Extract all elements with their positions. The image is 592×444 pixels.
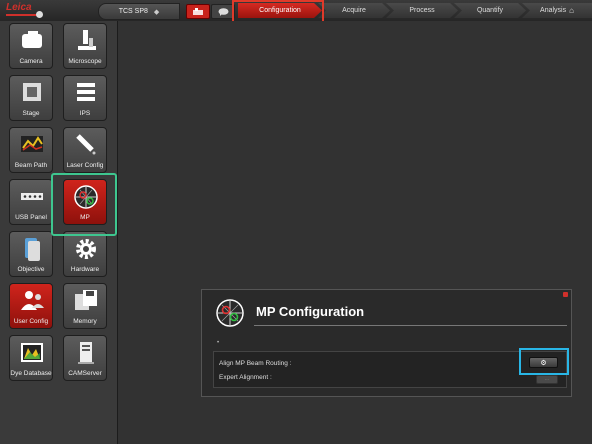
camera-icon: [22, 31, 42, 48]
expert-alignment-label: Expert Alignment :: [219, 374, 272, 381]
tab-process[interactable]: Process: [386, 3, 458, 18]
title-divider: [254, 325, 567, 326]
usb-panel-icon: [21, 193, 43, 200]
system-selector[interactable]: TCS SP8 ◆: [98, 3, 180, 20]
microscope-mode-button[interactable]: [186, 4, 210, 19]
user-config-icon: [21, 291, 44, 310]
sidebar-item-hardware[interactable]: Hardware: [63, 231, 107, 277]
tab-quantify[interactable]: Quantify: [454, 3, 526, 18]
leica-logo: Leica: [0, 0, 60, 21]
tab-label: Acquire: [342, 7, 366, 14]
panel-title: MP Configuration: [256, 304, 365, 319]
system-name: TCS SP8: [118, 8, 148, 15]
logo-underline: [6, 14, 38, 16]
alignment-rows: Align MP Beam Routing : ⚙ Expert Alignme…: [213, 351, 567, 388]
sidebar-item-dye-database[interactable]: Dye Database: [9, 335, 53, 381]
sidebar-item-stage[interactable]: Stage: [9, 75, 53, 121]
more-icon: ···: [544, 376, 550, 383]
tab-label: Process: [409, 7, 435, 14]
sidebar-item-user-config[interactable]: User Config: [9, 283, 53, 329]
sidebar-item-ips[interactable]: IPS: [63, 75, 107, 121]
logo-text: Leica: [6, 2, 32, 13]
selector-arrow-icon: ◆: [153, 8, 160, 16]
hardware-gear-icon: [76, 239, 96, 259]
objective-icon: [25, 238, 40, 261]
chat-mode-icon: [218, 7, 228, 16]
sidebar-item-label: CAMServer: [68, 370, 102, 377]
panel-dot: •: [217, 340, 220, 346]
sidebar-item-label: Memory: [73, 318, 97, 325]
microscope-icon: [78, 30, 96, 50]
memory-icon: [75, 290, 97, 310]
sidebar-item-label: Objective: [17, 266, 45, 273]
sidebar-item-label: Microscope: [68, 58, 102, 65]
sidebar-item-label: User Config: [13, 318, 49, 325]
tab-label: Analysis: [540, 7, 567, 14]
sidebar-item-label: Stage: [22, 110, 40, 117]
expert-alignment-button[interactable]: ···: [536, 375, 558, 384]
camserver-icon: [78, 342, 94, 364]
tab-label: Quantify: [476, 7, 504, 14]
microscope-mode-icon: [193, 7, 203, 15]
logo-dot: [36, 11, 43, 18]
mp-icon: [216, 299, 244, 327]
sidebar-item-camserver[interactable]: CAMServer: [63, 335, 107, 381]
mp-configuration-panel: MP Configuration • Align MP Beam Routing…: [201, 289, 572, 397]
laser-config-icon: [76, 134, 96, 155]
beam-path-icon: [21, 136, 43, 152]
sidebar-item-camera[interactable]: Camera: [9, 23, 53, 69]
tab-acquire[interactable]: Acquire: [318, 3, 390, 18]
lock-icon: ⌂: [569, 6, 574, 15]
sidebar-item-label: Laser Config: [66, 162, 104, 169]
sidebar-item-label: Camera: [19, 58, 43, 65]
sidebar-item-label: Beam Path: [14, 162, 48, 169]
stage-icon: [23, 83, 41, 101]
close-icon[interactable]: [563, 292, 568, 297]
ips-icon: [77, 83, 95, 101]
sidebar-item-microscope[interactable]: Microscope: [63, 23, 107, 69]
tab-analysis[interactable]: Analysis ⌂: [522, 3, 592, 18]
sidebar-item-objective[interactable]: Objective: [9, 231, 53, 277]
sidebar-item-memory[interactable]: Memory: [63, 283, 107, 329]
sidebar-item-usb-panel[interactable]: USB Panel: [9, 179, 53, 225]
sidebar-item-laser-config[interactable]: Laser Config: [63, 127, 107, 173]
dye-database-icon: [21, 343, 43, 362]
align-button-highlight: [519, 348, 569, 375]
sidebar-item-label: Dye Database: [10, 370, 52, 377]
sidebar-item-label: IPS: [79, 110, 91, 117]
align-mp-beam-routing-label: Align MP Beam Routing :: [219, 360, 292, 367]
sidebar-item-label: Hardware: [70, 266, 100, 273]
sidebar-item-beam-path[interactable]: Beam Path: [9, 127, 53, 173]
sidebar-item-label: USB Panel: [15, 214, 47, 221]
mp-tile-highlight: [51, 173, 117, 236]
